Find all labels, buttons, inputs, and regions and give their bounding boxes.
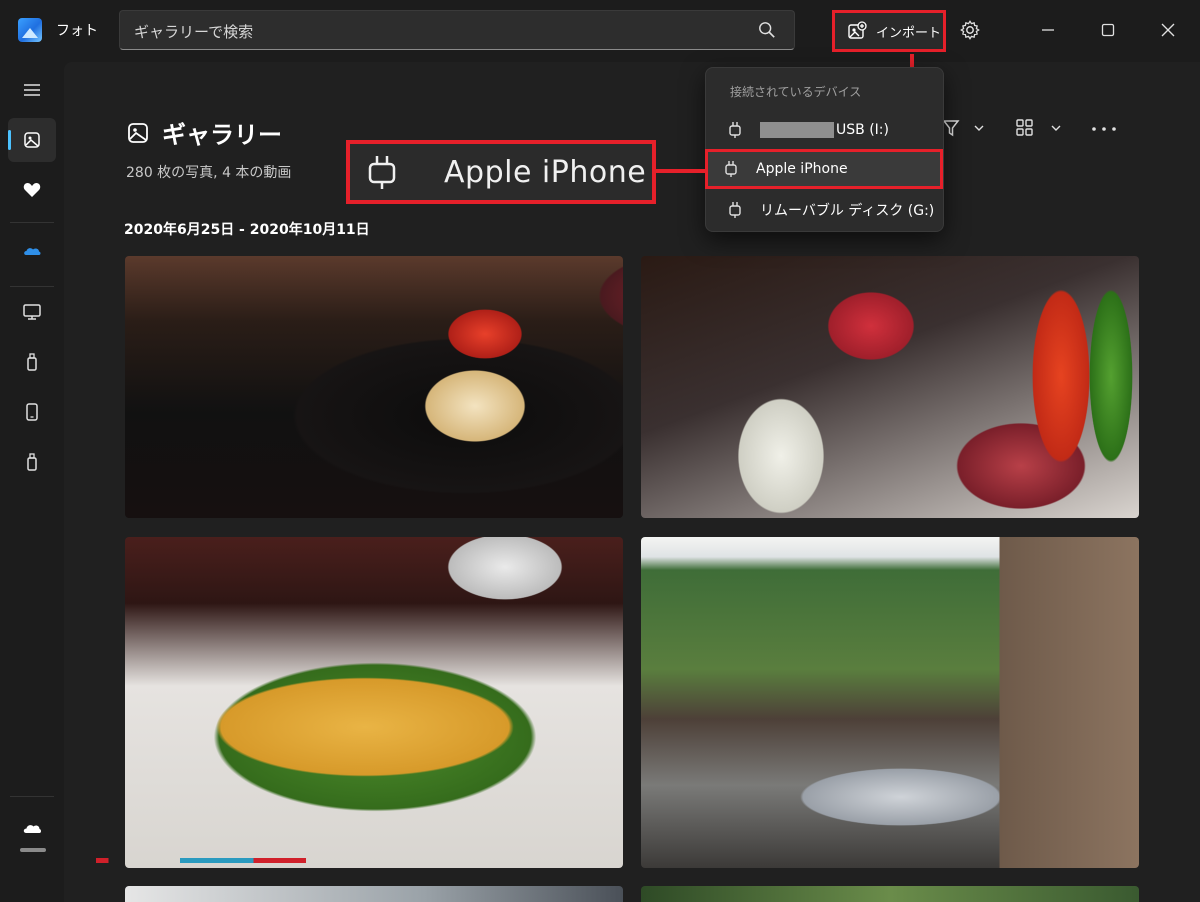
photo-thumbnail[interactable] bbox=[641, 537, 1139, 868]
sidebar-item-favorites[interactable] bbox=[8, 168, 56, 212]
search-box[interactable]: ギャラリーで検索 bbox=[119, 10, 795, 50]
usb-plug-icon bbox=[729, 122, 741, 138]
callout-connector bbox=[656, 169, 708, 173]
sidebar-item-cloud-status[interactable] bbox=[8, 806, 56, 850]
filter-icon[interactable] bbox=[942, 118, 990, 138]
photo-thumbnail[interactable] bbox=[125, 256, 623, 518]
sidebar-item-this-pc[interactable] bbox=[8, 290, 56, 334]
hamburger-icon bbox=[24, 84, 40, 96]
usb-drive-icon bbox=[27, 453, 37, 471]
storage-progress-bar bbox=[20, 848, 46, 852]
usb-plug-icon bbox=[729, 202, 741, 218]
redacted-device-name bbox=[760, 122, 834, 138]
gallery-icon bbox=[24, 132, 40, 148]
onedrive-icon bbox=[24, 248, 41, 255]
sidebar-item-gallery[interactable] bbox=[8, 118, 56, 162]
app-title: フォト bbox=[56, 23, 98, 39]
more-options-icon[interactable] bbox=[1090, 118, 1118, 138]
phone-icon bbox=[26, 403, 38, 421]
close-icon[interactable] bbox=[1156, 18, 1180, 42]
monitor-icon bbox=[23, 304, 41, 320]
callout-label: Apple iPhone bbox=[444, 154, 647, 190]
sidebar-item-usb-drive-2[interactable] bbox=[8, 440, 56, 484]
menu-item-label: USB (I:) bbox=[836, 122, 889, 138]
media-count: 280 枚の写真, 4 本の動画 bbox=[126, 165, 292, 181]
search-icon[interactable] bbox=[758, 21, 776, 39]
photo-thumbnail[interactable] bbox=[125, 537, 623, 868]
menu-item-label: リムーバブル ディスク (G:) bbox=[760, 203, 935, 219]
title-bar: フォト ギャラリーで検索 インポート bbox=[0, 0, 1200, 62]
photos-app-icon bbox=[18, 18, 42, 42]
menu-item-removable-disk[interactable]: リムーバブル ディスク (G:) bbox=[712, 192, 939, 228]
menu-header: 接続されているデバイス bbox=[730, 85, 862, 99]
usb-drive-icon bbox=[27, 353, 37, 371]
callout-apple-iphone: Apple iPhone bbox=[346, 140, 656, 204]
photo-thumbnail[interactable] bbox=[125, 886, 623, 902]
rail-divider bbox=[10, 286, 54, 287]
search-input[interactable]: ギャラリーで検索 bbox=[134, 21, 253, 42]
usb-plug-icon bbox=[368, 156, 396, 189]
gallery-title-icon bbox=[128, 122, 148, 143]
import-photo-icon bbox=[848, 21, 867, 39]
photo-thumbnail[interactable] bbox=[641, 256, 1139, 518]
photo-thumbnail[interactable] bbox=[641, 886, 1139, 902]
heart-icon bbox=[23, 183, 41, 197]
date-range-heading: 2020年6月25日 - 2020年10月11日 bbox=[124, 222, 370, 238]
minimize-icon[interactable] bbox=[1036, 18, 1060, 42]
view-layout-icon[interactable] bbox=[1016, 118, 1066, 138]
rail-divider bbox=[10, 796, 54, 797]
sidebar-item-menu[interactable] bbox=[8, 68, 56, 112]
maximize-icon[interactable] bbox=[1096, 18, 1120, 42]
sidebar-item-usb-drive-1[interactable] bbox=[8, 340, 56, 384]
cloud-icon bbox=[23, 825, 41, 833]
usb-plug-icon bbox=[725, 161, 737, 177]
page-header: ギャラリー bbox=[126, 115, 282, 150]
page-title: ギャラリー bbox=[162, 121, 282, 149]
import-button[interactable]: インポート bbox=[832, 10, 946, 52]
menu-item-label: Apple iPhone bbox=[756, 161, 848, 177]
import-label: インポート bbox=[876, 25, 942, 41]
sidebar-item-iphone[interactable] bbox=[8, 390, 56, 434]
rail-divider bbox=[10, 222, 54, 223]
navigation-rail bbox=[0, 62, 64, 902]
gear-icon[interactable] bbox=[959, 19, 981, 41]
render-artifact bbox=[96, 858, 306, 863]
sidebar-item-onedrive[interactable] bbox=[8, 228, 56, 272]
menu-item-apple-iphone[interactable]: Apple iPhone bbox=[705, 149, 943, 189]
menu-item-usb-drive[interactable]: USB (I:) bbox=[712, 112, 939, 148]
